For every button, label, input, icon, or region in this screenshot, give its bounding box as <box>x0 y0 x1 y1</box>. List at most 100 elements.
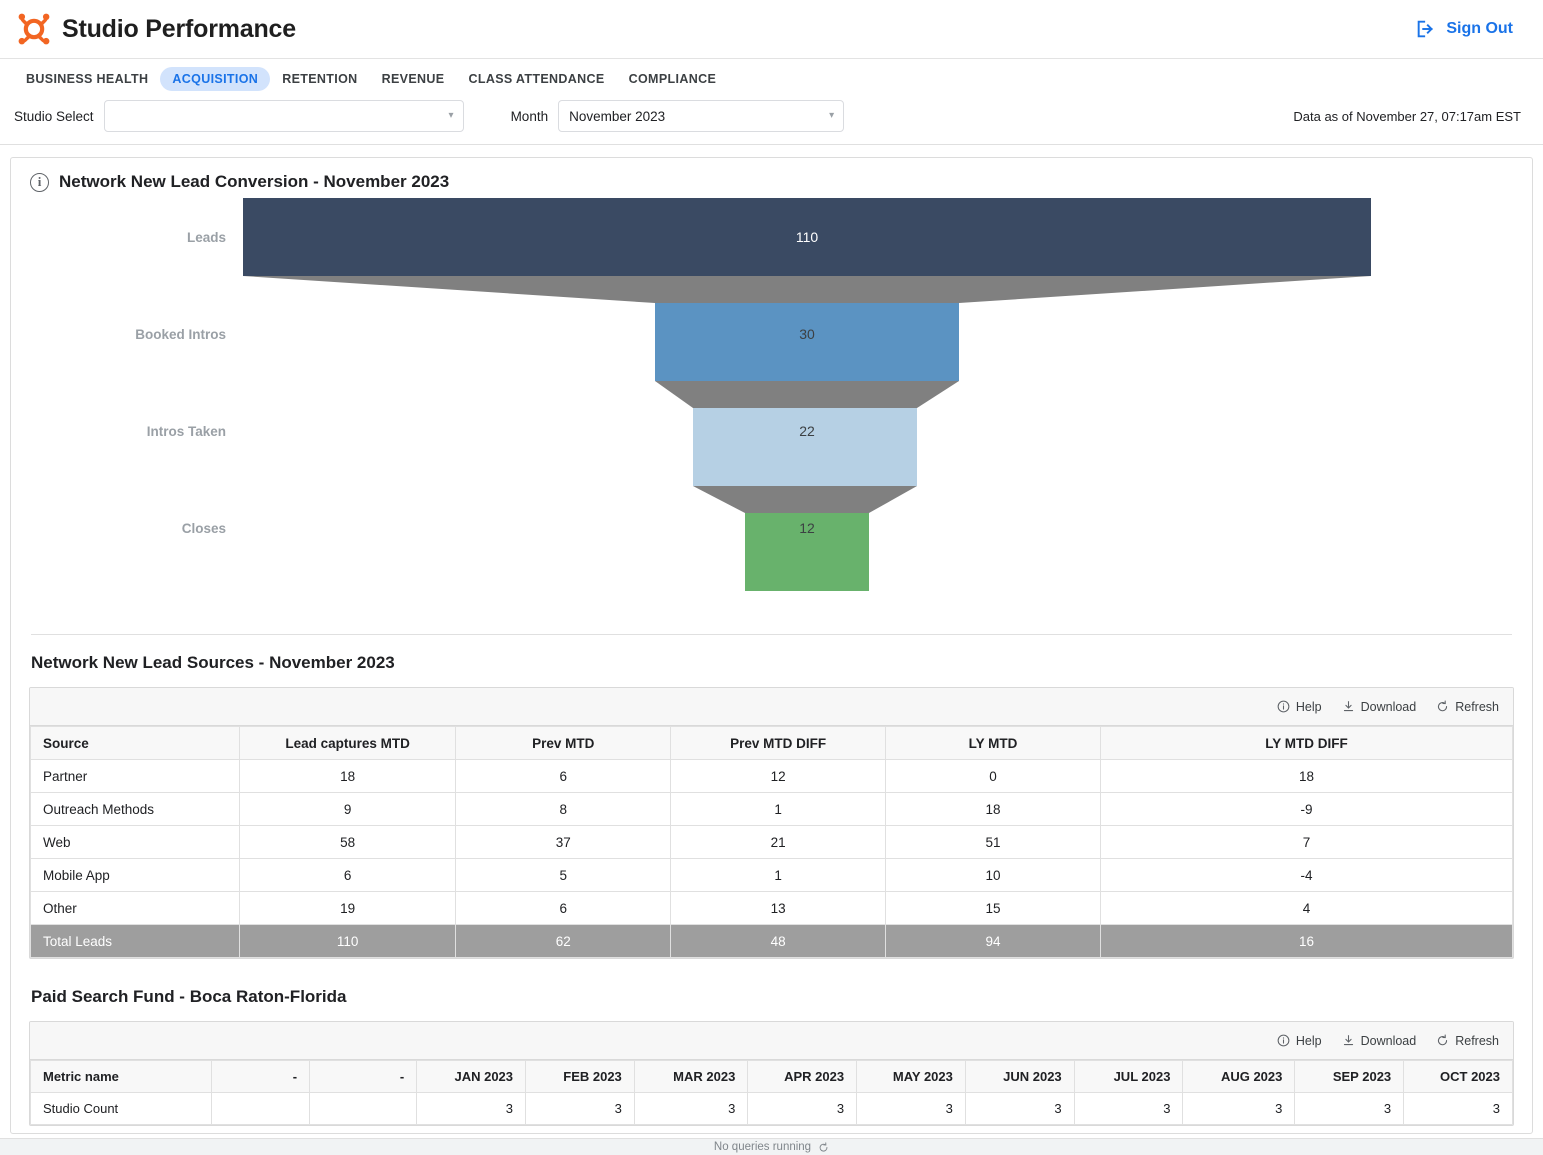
cell-total-label: Total Leads <box>31 925 240 958</box>
col-source[interactable]: Source <box>31 727 240 760</box>
info-icon <box>1277 1034 1290 1047</box>
refresh-icon[interactable] <box>818 1142 829 1153</box>
cell-sep-2023: 3 <box>1295 1093 1404 1125</box>
col-aug-2023[interactable]: AUG 2023 <box>1183 1061 1295 1093</box>
cell-total-ly-mtd-diff: 16 <box>1100 925 1512 958</box>
col-blank-1[interactable]: - <box>212 1061 310 1093</box>
help-label: Help <box>1296 1034 1322 1048</box>
cell-ly-mtd: 51 <box>886 826 1101 859</box>
col-feb-2023[interactable]: FEB 2023 <box>526 1061 635 1093</box>
cell-total-prev-mtd-diff: 48 <box>671 925 886 958</box>
col-prev-mtd-diff[interactable]: Prev MTD DIFF <box>671 727 886 760</box>
cell-mar-2023: 3 <box>634 1093 748 1125</box>
funnel-title-text: Network New Lead Conversion - November 2… <box>59 172 449 192</box>
col-blank-2[interactable]: - <box>310 1061 417 1093</box>
studio-select[interactable]: ▾ <box>104 100 464 132</box>
status-bar-text: No queries running <box>714 1141 811 1153</box>
cell-prev-mtd: 5 <box>456 859 671 892</box>
lead-sources-table: Source Lead captures MTD Prev MTD Prev M… <box>30 726 1513 958</box>
download-button[interactable]: Download <box>1342 700 1417 714</box>
help-button[interactable]: Help <box>1277 1034 1322 1048</box>
cell-source: Outreach Methods <box>31 793 240 826</box>
cell-total-prev-mtd: 62 <box>456 925 671 958</box>
table-row[interactable]: Mobile App 6 5 1 10 -4 <box>31 859 1513 892</box>
tab-class-attendance[interactable]: CLASS ATTENDANCE <box>456 67 616 91</box>
sign-out-icon <box>1415 18 1437 40</box>
chevron-down-icon: ▾ <box>829 111 834 121</box>
cell-ly-mtd: 18 <box>886 793 1101 826</box>
tab-retention[interactable]: RETENTION <box>270 67 369 91</box>
refresh-button[interactable]: Refresh <box>1436 1034 1499 1048</box>
download-button[interactable]: Download <box>1342 1034 1417 1048</box>
col-sep-2023[interactable]: SEP 2023 <box>1295 1061 1404 1093</box>
table-row[interactable]: Studio Count 3 3 3 3 3 3 3 3 3 3 <box>31 1093 1513 1125</box>
col-jun-2023[interactable]: JUN 2023 <box>965 1061 1074 1093</box>
table-row[interactable]: Partner 18 6 12 0 18 <box>31 760 1513 793</box>
table-header-row: Metric name - - JAN 2023 FEB 2023 MAR 20… <box>31 1061 1513 1093</box>
col-jul-2023[interactable]: JUL 2023 <box>1074 1061 1183 1093</box>
sign-out-button[interactable]: Sign Out <box>1415 18 1529 40</box>
cell-ly-mtd: 0 <box>886 760 1101 793</box>
col-jan-2023[interactable]: JAN 2023 <box>417 1061 526 1093</box>
help-label: Help <box>1296 700 1322 714</box>
info-icon[interactable]: i <box>30 173 49 192</box>
table-header-row: Source Lead captures MTD Prev MTD Prev M… <box>31 727 1513 760</box>
paid-search-table: Metric name - - JAN 2023 FEB 2023 MAR 20… <box>30 1060 1513 1125</box>
funnel-band-booked-intros[interactable] <box>655 303 959 381</box>
funnel-band-intros-taken[interactable] <box>693 408 917 486</box>
cell-prev-mtd: 6 <box>456 760 671 793</box>
cell-prev-mtd-diff: 12 <box>671 760 886 793</box>
refresh-icon <box>1436 1034 1449 1047</box>
cell-source: Other <box>31 892 240 925</box>
studio-select-label: Studio Select <box>14 109 94 124</box>
col-may-2023[interactable]: MAY 2023 <box>857 1061 966 1093</box>
tab-revenue[interactable]: REVENUE <box>370 67 457 91</box>
refresh-icon <box>1436 700 1449 713</box>
funnel-svg: 110 30 22 12 <box>11 198 1511 618</box>
cell-ly-mtd: 15 <box>886 892 1101 925</box>
col-prev-mtd[interactable]: Prev MTD <box>456 727 671 760</box>
col-ly-mtd[interactable]: LY MTD <box>886 727 1101 760</box>
cell-metric-name: Studio Count <box>31 1093 212 1125</box>
col-oct-2023[interactable]: OCT 2023 <box>1404 1061 1513 1093</box>
info-icon <box>1277 700 1290 713</box>
funnel-value-booked-intros: 30 <box>799 326 815 342</box>
cell-ly-mtd-diff: -9 <box>1100 793 1512 826</box>
tab-business-health[interactable]: BUSINESS HEALTH <box>14 67 160 91</box>
table-row[interactable]: Outreach Methods 9 8 1 18 -9 <box>31 793 1513 826</box>
download-label: Download <box>1361 700 1417 714</box>
table-total-row[interactable]: Total Leads 110 62 48 94 16 <box>31 925 1513 958</box>
col-lead-captures-mtd[interactable]: Lead captures MTD <box>239 727 455 760</box>
cell-apr-2023: 3 <box>748 1093 857 1125</box>
funnel-connector-3 <box>693 486 917 513</box>
cell-ly-mtd-diff: 4 <box>1100 892 1512 925</box>
paid-search-title: Paid Search Fund - Boca Raton-Florida <box>11 959 1532 1007</box>
status-bar: No queries running <box>0 1138 1543 1155</box>
tab-compliance[interactable]: COMPLIANCE <box>617 67 729 91</box>
tab-acquisition[interactable]: ACQUISITION <box>160 67 270 91</box>
col-apr-2023[interactable]: APR 2023 <box>748 1061 857 1093</box>
table-row[interactable]: Web 58 37 21 51 7 <box>31 826 1513 859</box>
app-header: Studio Performance Sign Out <box>0 0 1543 59</box>
refresh-button[interactable]: Refresh <box>1436 700 1499 714</box>
cell-total-ly-mtd: 94 <box>886 925 1101 958</box>
cell-source: Partner <box>31 760 240 793</box>
col-mar-2023[interactable]: MAR 2023 <box>634 1061 748 1093</box>
help-button[interactable]: Help <box>1277 700 1322 714</box>
download-label: Download <box>1361 1034 1417 1048</box>
col-ly-mtd-diff[interactable]: LY MTD DIFF <box>1100 727 1512 760</box>
month-select-value: November 2023 <box>569 109 665 124</box>
refresh-label: Refresh <box>1455 1034 1499 1048</box>
month-select[interactable]: November 2023 ▾ <box>558 100 844 132</box>
cell-jul-2023: 3 <box>1074 1093 1183 1125</box>
cell-blank-1 <box>212 1093 310 1125</box>
download-icon <box>1342 700 1355 713</box>
paid-search-toolbar: Help Download Refr <box>30 1022 1513 1060</box>
table-row[interactable]: Other 19 6 13 15 4 <box>31 892 1513 925</box>
orangetheory-sprocket-icon <box>14 9 54 49</box>
cell-source: Mobile App <box>31 859 240 892</box>
cell-ly-mtd: 10 <box>886 859 1101 892</box>
lead-sources-table-container: Help Download Refr <box>29 687 1514 959</box>
col-metric-name[interactable]: Metric name <box>31 1061 212 1093</box>
download-icon <box>1342 1034 1355 1047</box>
